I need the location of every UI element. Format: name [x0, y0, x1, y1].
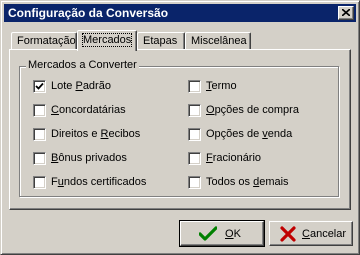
checkbox-label: Bônus privados — [51, 152, 127, 164]
groupbox-legend: Mercados a Converter — [26, 59, 139, 71]
tab-mercados-label: Mercados — [81, 33, 133, 47]
checkbox-label: Opções de venda — [206, 128, 293, 140]
tab-miscelanea[interactable]: Miscelânea — [185, 32, 251, 49]
ok-button[interactable]: OK — [179, 220, 265, 247]
checkbox-box[interactable] — [188, 176, 201, 189]
checkbox-label: Lote Padrão — [51, 80, 111, 92]
cancel-button-label: Cancelar — [302, 228, 347, 240]
checkbox-box[interactable] — [33, 80, 46, 93]
checkbox-box[interactable] — [33, 128, 46, 141]
tab-formatacao-label: Formatação — [17, 35, 76, 47]
tab-miscelanea-label: Miscelânea — [191, 35, 247, 47]
checkbox-box[interactable] — [188, 80, 201, 93]
close-button[interactable] — [338, 6, 354, 20]
dialog-window: Configuração da Conversão Formatação Mer… — [0, 0, 360, 255]
checkbox-label: Todos os demais — [206, 176, 289, 188]
tab-etapas[interactable]: Etapas — [137, 32, 185, 49]
checkbox-label: Opções de compra — [206, 104, 299, 116]
checkbox-label: Fracionário — [206, 152, 262, 164]
close-icon — [342, 9, 350, 16]
checkbox-box[interactable] — [33, 104, 46, 117]
checkmark-icon — [199, 226, 217, 241]
check-icon — [35, 82, 44, 90]
title-bar[interactable]: Configuração da Conversão — [4, 4, 356, 22]
checkbox-label: Termo — [206, 80, 237, 92]
markets-groupbox: Mercados a Converter Lote Padrão Concord… — [19, 59, 339, 197]
tab-formatacao[interactable]: Formatação — [11, 32, 77, 49]
checkbox-box[interactable] — [33, 152, 46, 165]
tab-panel-mercados: Mercados a Converter Lote Padrão Concord… — [9, 49, 351, 210]
checkbox-box[interactable] — [33, 176, 46, 189]
ok-button-label: OK — [225, 228, 241, 240]
window-title: Configuração da Conversão — [8, 6, 169, 20]
checkbox-box[interactable] — [188, 128, 201, 141]
checkbox-label: Fundos certificados — [51, 176, 147, 188]
cancel-button[interactable]: Cancelar — [269, 221, 353, 246]
checkbox-box[interactable] — [188, 152, 201, 165]
checkbox-label: Direitos e Recibos — [51, 128, 141, 140]
x-icon — [280, 226, 296, 242]
tab-etapas-label: Etapas — [143, 35, 178, 47]
tab-mercados[interactable]: Mercados — [77, 30, 137, 51]
checkbox-box[interactable] — [188, 104, 201, 117]
checkbox-label: Concordatárias — [51, 104, 126, 116]
